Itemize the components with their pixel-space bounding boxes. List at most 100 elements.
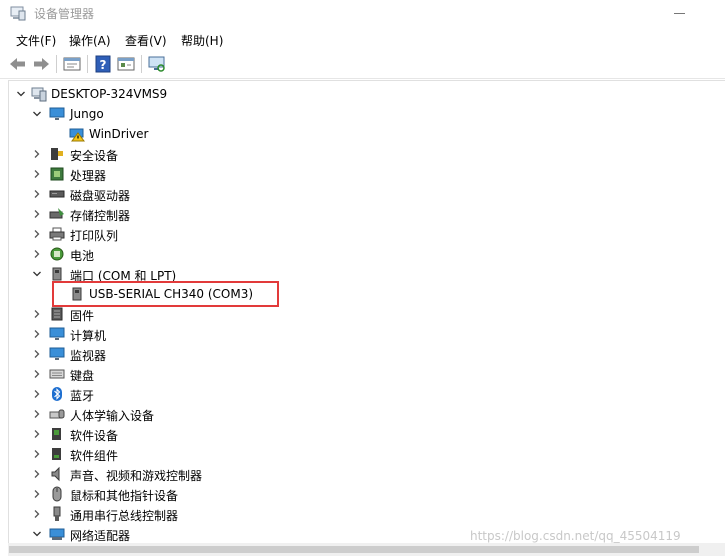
title-bar: 设备管理器 [0,0,725,26]
toolbar-separator [141,55,142,73]
tree-item-label: 监视器 [70,349,107,363]
tree-item-label: WinDriver [89,127,149,141]
tree-item-processors[interactable]: 处理器 [9,164,709,184]
storage-controller-icon [49,208,64,219]
tree-item-monitors[interactable]: 监视器 [9,344,709,364]
tree-item-firmware[interactable]: 固件 [9,304,709,324]
disk-drive-icon [49,190,65,198]
scan-hardware-icon[interactable] [146,53,168,75]
properties-icon[interactable] [61,53,83,75]
tree-item-keyboards[interactable]: 键盘 [9,364,709,384]
tree-item-computer[interactable]: 计算机 [9,324,709,344]
forward-arrow-icon[interactable] [30,53,52,75]
tree-item-label: Jungo [70,107,104,121]
speaker-icon [51,466,60,482]
horizontal-scrollbar[interactable] [8,543,725,556]
menu-view[interactable]: 查看(V) [123,31,169,50]
printer-icon [49,227,65,241]
chevron-right-icon[interactable] [32,389,42,399]
tree-item-sound-video-game[interactable]: 声音、视频和游戏控制器 [9,464,709,484]
tree-item-hid[interactable]: 人体学输入设备 [9,404,709,424]
tree-item-batteries[interactable]: 电池 [9,244,709,264]
keyboard-icon [49,369,65,379]
menu-action[interactable]: 操作(A) [67,31,113,50]
network-adapter-icon [49,528,65,540]
tree-root-label: DESKTOP-324VMS9 [51,87,168,101]
tree-item-label: 存储控制器 [70,209,131,223]
tree-item-label: 通用串行总线控制器 [70,509,179,523]
chevron-right-icon[interactable] [32,409,42,419]
chevron-right-icon[interactable] [32,429,42,439]
port-icon [52,267,62,281]
tree-item-storage-controllers[interactable]: 存储控制器 [9,204,709,224]
window-title: 设备管理器 [34,7,95,21]
tree-item-print-queues[interactable]: 打印队列 [9,224,709,244]
tree-item-disk-drives[interactable]: 磁盘驱动器 [9,184,709,204]
minimize-button[interactable] [660,0,700,26]
menu-help[interactable]: 帮助(H) [179,31,225,50]
firmware-icon [51,307,63,321]
warning-driver-icon [69,128,85,142]
svg-text:?: ? [100,58,107,72]
tree-item-label: 软件设备 [70,429,119,443]
chevron-right-icon[interactable] [32,469,42,479]
mouse-icon [52,486,62,502]
computer-icon [31,87,47,102]
back-arrow-icon[interactable] [7,53,29,75]
chevron-down-icon[interactable] [32,109,42,119]
chevron-right-icon[interactable] [32,489,42,499]
tree-item-label: 电池 [70,249,95,263]
help-icon[interactable]: ? [92,53,114,75]
tree-item-label: 安全设备 [70,149,119,163]
device-manager-icon [10,6,26,21]
chevron-right-icon[interactable] [32,249,42,259]
tree-item-software-components[interactable]: 软件组件 [9,444,709,464]
tree-item-label: 计算机 [70,329,107,343]
tree-item-label: 网络适配器 [70,529,131,543]
menu-file[interactable]: 文件(F) [14,31,58,50]
tree-item-label: 人体学输入设备 [70,409,155,423]
chevron-right-icon[interactable] [32,349,42,359]
tree-item-windriver[interactable]: WinDriver [9,124,709,144]
toolbar-separator [87,55,88,73]
tree-item-security-devices[interactable]: 安全设备 [9,144,709,164]
chevron-right-icon[interactable] [32,309,42,319]
chevron-right-icon[interactable] [32,229,42,239]
scrollbar-thumb[interactable] [9,546,699,553]
chevron-right-icon[interactable] [32,449,42,459]
chevron-right-icon[interactable] [32,329,42,339]
tree-item-label: 软件组件 [70,449,119,463]
chevron-right-icon[interactable] [32,169,42,179]
menu-bar: 文件(F) 操作(A) 查看(V) 帮助(H) [0,28,725,50]
chevron-right-icon[interactable] [32,369,42,379]
chevron-right-icon[interactable] [32,189,42,199]
tree-item-label: 键盘 [70,369,95,383]
software-device-icon [52,428,61,440]
tree-item-label: 鼠标和其他指针设备 [70,489,179,503]
tree-item-mice[interactable]: 鼠标和其他指针设备 [9,484,709,504]
tree-item-jungo[interactable]: Jungo [9,104,709,124]
tree-root[interactable]: DESKTOP-324VMS9 [9,84,709,104]
view-icon[interactable] [115,53,137,75]
tree-item-label: 声音、视频和游戏控制器 [70,469,203,483]
watermark: https://blog.csdn.net/qq_45504119 [470,529,681,543]
processor-icon [50,167,64,181]
tree-item-label: 打印队列 [70,229,119,243]
chevron-right-icon[interactable] [32,509,42,519]
tree-item-software-devices[interactable]: 软件设备 [9,424,709,444]
software-component-icon [52,448,61,460]
tree-item-label: 处理器 [70,169,107,183]
chevron-right-icon[interactable] [32,209,42,219]
tree-item-usb-controllers[interactable]: 通用串行总线控制器 [9,504,709,524]
chevron-down-icon[interactable] [16,89,26,99]
chevron-right-icon[interactable] [32,149,42,159]
battery-icon [50,247,64,261]
chevron-down-icon[interactable] [32,529,42,539]
toolbar-separator [56,55,57,73]
chevron-down-icon[interactable] [32,269,42,279]
device-tree: DESKTOP-324VMS9 Jungo WinDriver 安全设备 处理器… [8,80,725,544]
security-device-icon [51,148,63,160]
monitor-icon [49,107,65,120]
tree-item-label: 磁盘驱动器 [70,189,131,203]
tree-item-bluetooth[interactable]: 蓝牙 [9,384,709,404]
